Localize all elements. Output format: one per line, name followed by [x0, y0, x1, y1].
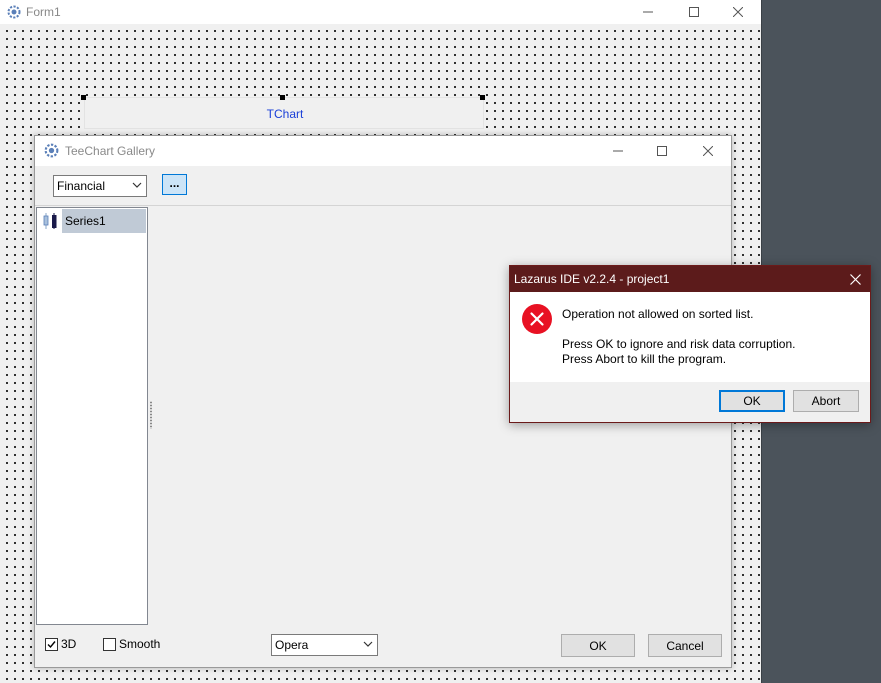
form1-titlebar[interactable]: Form1 [0, 0, 761, 24]
maximize-button[interactable] [671, 0, 717, 24]
gallery-titlebar[interactable]: TeeChart Gallery [35, 136, 731, 166]
gallery-ok-button[interactable]: OK [561, 634, 635, 657]
error-dialog-footer: OK Abort [510, 382, 870, 422]
error-dialog-title: Lazarus IDE v2.2.4 - project1 [514, 272, 670, 286]
form1-title: Form1 [26, 5, 61, 19]
gallery-minimize-button[interactable] [595, 136, 641, 166]
category-select-value: Financial [57, 179, 106, 193]
gallery-gear-icon [44, 143, 59, 158]
error-ok-button[interactable]: OK [719, 390, 785, 412]
chevron-down-icon [132, 182, 142, 188]
list-item[interactable]: Series1 [38, 209, 146, 233]
close-icon [733, 7, 743, 17]
minimize-icon [643, 11, 653, 13]
splitter-handle[interactable] [150, 401, 152, 429]
gallery-title: TeeChart Gallery [65, 144, 156, 158]
gallery-close-button[interactable] [685, 136, 731, 166]
error-detail-line1: Press OK to ignore and risk data corrupt… [562, 337, 796, 351]
error-detail-line2: Press Abort to kill the program. [562, 352, 727, 366]
chevron-down-icon [363, 641, 373, 647]
close-icon [849, 273, 861, 285]
series-list[interactable]: Series1 [36, 207, 148, 625]
checkbox-smooth-label: Smooth [119, 637, 161, 651]
error-dialog-body: Operation not allowed on sorted list. Pr… [510, 292, 870, 382]
theme-select[interactable]: Opera [271, 634, 378, 656]
checkbox-3d-box[interactable] [45, 637, 58, 651]
checkbox-3d-label: 3D [61, 637, 77, 651]
candle-series-icon [43, 213, 57, 229]
checkbox-smooth[interactable]: Smooth [103, 637, 160, 651]
error-dialog: Lazarus IDE v2.2.4 - project1 Operation … [509, 265, 871, 423]
grab-handle[interactable] [280, 95, 285, 100]
form-gear-icon [7, 5, 21, 19]
checkbox-smooth-box[interactable] [103, 637, 116, 651]
gallery-bottom-bar: 3D Smooth Opera OK Cancel [35, 625, 731, 667]
minimize-icon [613, 150, 623, 152]
grab-handle[interactable] [81, 95, 86, 100]
tchart-component[interactable]: TChart [84, 97, 484, 129]
error-dialog-close-button[interactable] [840, 266, 870, 292]
close-icon [703, 146, 713, 156]
tchart-label: TChart [266, 107, 304, 121]
error-message: Operation not allowed on sorted list. [562, 307, 754, 321]
gallery-toolbar: Financial ... [35, 166, 731, 206]
grab-handle[interactable] [480, 95, 485, 100]
maximize-icon [657, 146, 667, 156]
checkbox-3d[interactable]: 3D [45, 637, 76, 651]
series-label: Series1 [62, 209, 146, 233]
error-abort-button[interactable]: Abort [793, 390, 859, 412]
error-dialog-titlebar[interactable]: Lazarus IDE v2.2.4 - project1 [510, 266, 870, 292]
gallery-maximize-button[interactable] [639, 136, 685, 166]
browse-button[interactable]: ... [162, 174, 187, 195]
minimize-button[interactable] [625, 0, 671, 24]
category-select[interactable]: Financial [53, 175, 147, 197]
gallery-cancel-button[interactable]: Cancel [648, 634, 722, 657]
checkmark-icon [47, 640, 56, 648]
close-button[interactable] [715, 0, 761, 24]
maximize-icon [689, 7, 699, 17]
error-icon [522, 304, 552, 334]
theme-select-value: Opera [275, 638, 309, 652]
